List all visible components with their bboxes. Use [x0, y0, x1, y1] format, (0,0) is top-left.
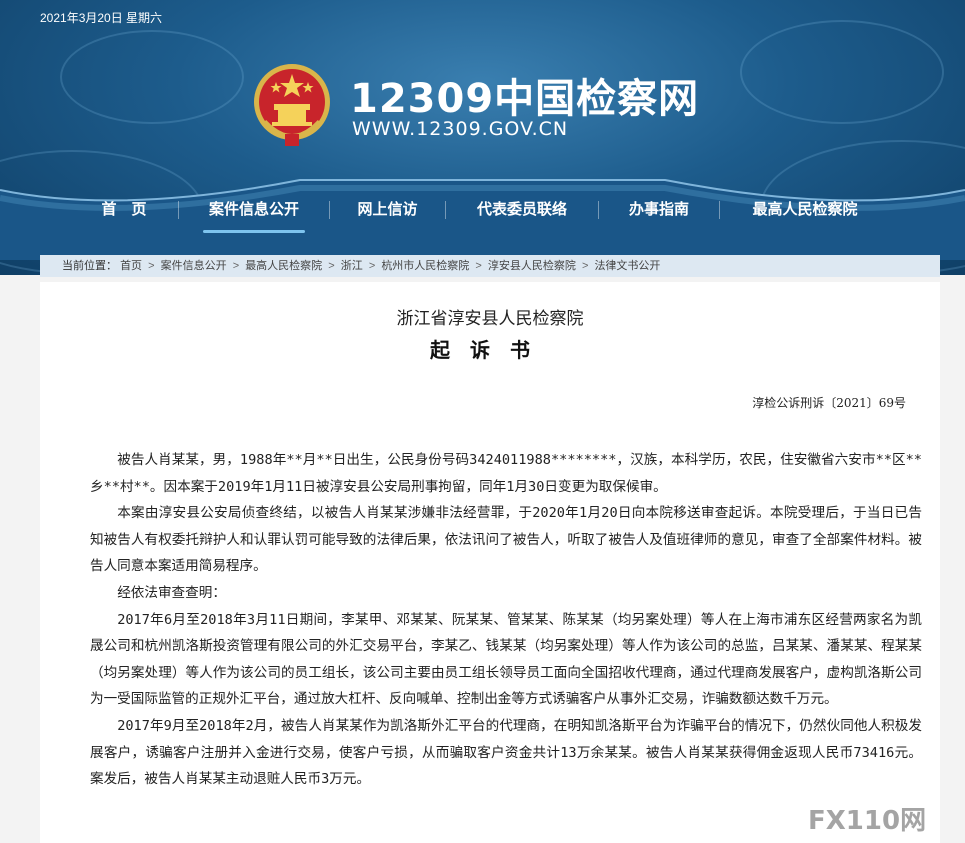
breadcrumb-separator: >	[368, 260, 376, 272]
breadcrumb-zhejiang[interactable]: 浙江	[341, 260, 363, 272]
nav-item-guide[interactable]: 办事指南	[599, 185, 719, 235]
document-paragraph: 被告人肖某某，男，1988年**月**日出生，公民身份号码3424011988*…	[90, 452, 922, 495]
watermark: FX110网	[808, 806, 927, 836]
document-paragraph: 经依法审查查明：	[117, 584, 226, 601]
site-title[interactable]: 12309中国检察网	[350, 66, 699, 124]
nav-item-supreme-procuratorate[interactable]: 最高人民检察院	[720, 185, 890, 235]
current-date: 2021年3月20日 星期六	[40, 11, 163, 25]
breadcrumb-home[interactable]: 首页	[120, 260, 142, 272]
document-panel: 浙江省淳安县人民检察院 起诉书 淳检公诉刑诉〔2021〕69号 被告人肖某某，男…	[40, 282, 940, 843]
nav-item-case-info[interactable]: 案件信息公开	[179, 185, 329, 235]
document-title: 起诉书	[430, 338, 550, 362]
main-nav: 首 页 案件信息公开 网上信访 代表委员联络 办事指南 最高人民检察院	[70, 185, 900, 235]
national-emblem-icon[interactable]	[252, 62, 332, 148]
site-header: 2021年3月20日 星期六 12309中国检察网 WWW.12309.GOV.…	[0, 0, 965, 275]
document-org: 浙江省淳安县人民检察院	[396, 309, 584, 329]
breadcrumb-hangzhou[interactable]: 杭州市人民检察院	[381, 260, 469, 272]
site-url[interactable]: WWW.12309.GOV.CN	[352, 118, 568, 140]
document-paragraph: 2017年6月至2018年3月11日期间，李某甲、邓某某、阮某某、管某某、陈某某…	[90, 611, 922, 708]
breadcrumb-separator: >	[475, 260, 482, 272]
breadcrumb-separator: >	[148, 260, 155, 272]
breadcrumb-chunan[interactable]: 淳安县人民检察院	[488, 260, 576, 272]
nav-item-petition[interactable]: 网上信访	[330, 185, 445, 235]
document-body: 被告人肖某某，男，1988年**月**日出生，公民身份号码3424011988*…	[90, 447, 922, 793]
breadcrumb-case-info[interactable]: 案件信息公开	[161, 260, 227, 272]
document-paragraph: 本案由淳安县公安局侦查终结，以被告人肖某某涉嫌非法经营罪，于2020年1月20日…	[90, 505, 922, 575]
document-paragraph: 2017年9月至2018年2月，被告人肖某某作为凯洛斯外汇平台的代理商，在明知凯…	[90, 717, 922, 788]
breadcrumb-legal-docs[interactable]: 法律文书公开	[594, 260, 660, 272]
breadcrumb-supreme[interactable]: 最高人民检察院	[245, 260, 322, 272]
cloud-decoration	[60, 30, 244, 124]
breadcrumb-separator: >	[232, 260, 240, 272]
breadcrumb-label: 当前位置：	[62, 260, 117, 272]
nav-item-deputy-liaison[interactable]: 代表委员联络	[446, 185, 598, 235]
breadcrumb: 当前位置： 首页 > 案件信息公开 > 最高人民检察院 > 浙江 > 杭州市人民…	[40, 255, 940, 277]
breadcrumb-separator: >	[328, 260, 335, 272]
document-number: 淳检公诉刑诉〔2021〕69号	[752, 396, 906, 410]
nav-item-home[interactable]: 首 页	[70, 185, 178, 235]
cloud-decoration	[740, 20, 944, 124]
breadcrumb-separator: >	[581, 260, 589, 272]
